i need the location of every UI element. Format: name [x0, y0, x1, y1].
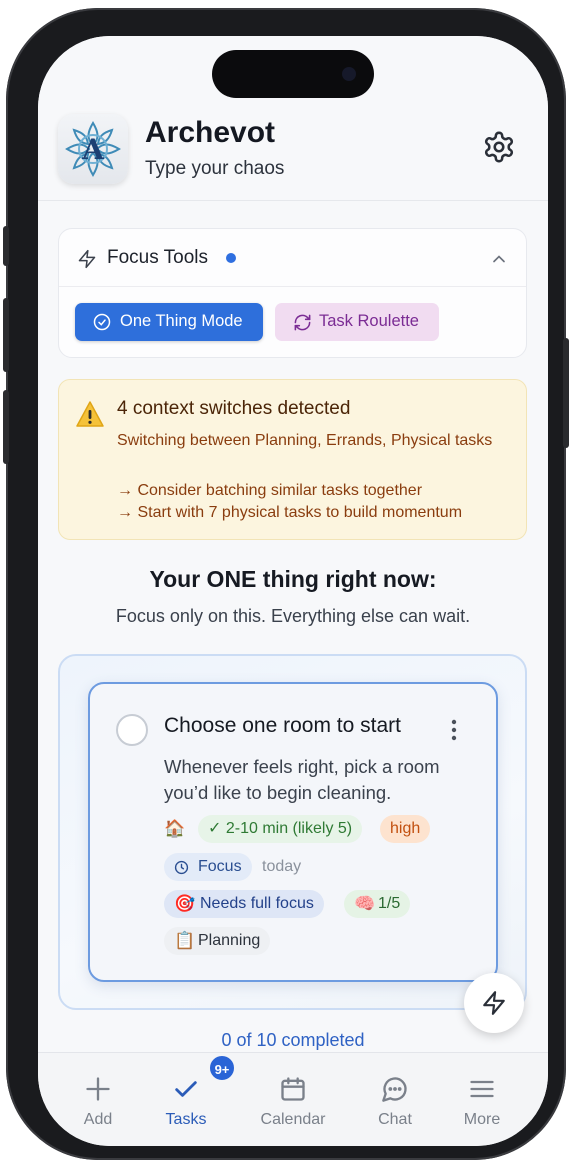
task-type-chip: 📋 Planning [164, 927, 271, 955]
task-title: Choose one room to start [164, 714, 401, 737]
task-roulette-button[interactable]: Task Roulette [275, 303, 439, 341]
nav-label: Tasks [165, 1111, 207, 1128]
refresh-icon [294, 314, 311, 331]
active-indicator-dot [226, 253, 236, 263]
due-date: today [262, 858, 302, 875]
volume-up-button [3, 298, 9, 372]
lightning-icon [78, 249, 96, 269]
one-thing-mode-label: One Thing Mode [120, 312, 243, 330]
dynamic-island [212, 50, 374, 98]
target-emoji-icon: 🎯 [174, 894, 196, 913]
energy-label: Needs full focus [200, 895, 314, 912]
clock-icon [174, 860, 189, 875]
duration-chip: ✓ 2-10 min (likely 5) [198, 815, 363, 843]
one-thing-subheading: Focus only on this. Everything else can … [115, 606, 471, 626]
completion-progress: 0 of 10 completed [221, 1030, 365, 1050]
nav-more[interactable]: More [437, 1053, 527, 1133]
task-type-label: Planning [198, 932, 261, 949]
settings-gear-icon[interactable] [482, 130, 516, 164]
clipboard-emoji-icon: 📋 [174, 931, 196, 950]
nav-label: Add [83, 1111, 113, 1128]
focus-tools-header[interactable]: Focus Tools [59, 229, 526, 287]
quick-action-button[interactable] [464, 973, 524, 1033]
camera-icon [342, 67, 356, 81]
chevron-up-icon[interactable] [489, 249, 509, 269]
cognitive-load-chip: 🧠 1/5 [344, 890, 411, 918]
cognitive-load-label: 1/5 [378, 895, 401, 912]
volume-down-button [3, 390, 9, 464]
nav-chat[interactable]: Chat [350, 1053, 440, 1133]
action-button [3, 226, 9, 266]
context-chip: Focus [164, 853, 252, 881]
app-logo: A [58, 114, 128, 184]
mandala-logo-icon: A [65, 121, 121, 177]
check-icon [175, 1081, 197, 1097]
bottom-nav: Add Tasks Calendar Chat More [38, 1052, 548, 1146]
priority-chip: high [380, 815, 431, 843]
context-label: Focus [198, 858, 242, 875]
task-roulette-label: Task Roulette [319, 312, 419, 330]
warning-description: Switching between Planning, Errands, Phy… [117, 432, 493, 449]
context-switch-warning: 4 context switches detected Switching be… [58, 379, 527, 540]
warning-tip: → Consider batching similar tasks togeth… [117, 482, 423, 499]
one-thing-mode-button[interactable]: One Thing Mode [75, 303, 263, 341]
nav-add[interactable]: Add [53, 1053, 143, 1133]
warning-icon [76, 401, 104, 427]
task-complete-checkbox[interactable] [116, 714, 148, 746]
app-subtitle: Type your chaos [145, 158, 285, 179]
brain-emoji-icon: 🧠 [354, 894, 376, 913]
tasks-count-badge: 9+ [208, 1054, 236, 1082]
energy-chip: 🎯 Needs full focus [164, 890, 324, 918]
nav-label: Calendar [260, 1111, 326, 1128]
chat-icon [382, 1077, 407, 1102]
phone-frame: A Archevot Type your chaos Focus Tools O… [3, 8, 569, 1160]
lightning-icon [483, 991, 505, 1015]
more-options-icon[interactable] [444, 716, 464, 744]
focus-tools-title: Focus Tools [107, 247, 209, 268]
check-circle-icon [93, 313, 111, 331]
warning-title: 4 context switches detected [117, 398, 351, 419]
power-button [563, 338, 569, 448]
calendar-icon [281, 1077, 305, 1101]
logo-letter: A [81, 133, 105, 166]
one-thing-heading: Your ONE thing right now: [149, 566, 437, 592]
house-emoji-icon: 🏠 [164, 819, 186, 838]
menu-icon [470, 1080, 494, 1098]
nav-label: More [463, 1111, 501, 1128]
task-description: Whenever feels right, pick a room you’d … [164, 756, 440, 803]
app-title: Archevot [145, 116, 276, 149]
warning-tip: → Start with 7 physical tasks to build m… [117, 504, 463, 521]
nav-calendar[interactable]: Calendar [248, 1053, 338, 1133]
focus-tools-panel: Focus Tools One Thing Mode Task Roulette [58, 228, 527, 358]
task-card[interactable]: Choose one room to start Whenever feels … [88, 682, 498, 982]
app-screen: A Archevot Type your chaos Focus Tools O… [38, 36, 548, 1146]
nav-label: Chat [378, 1111, 412, 1128]
plus-icon [86, 1077, 110, 1101]
